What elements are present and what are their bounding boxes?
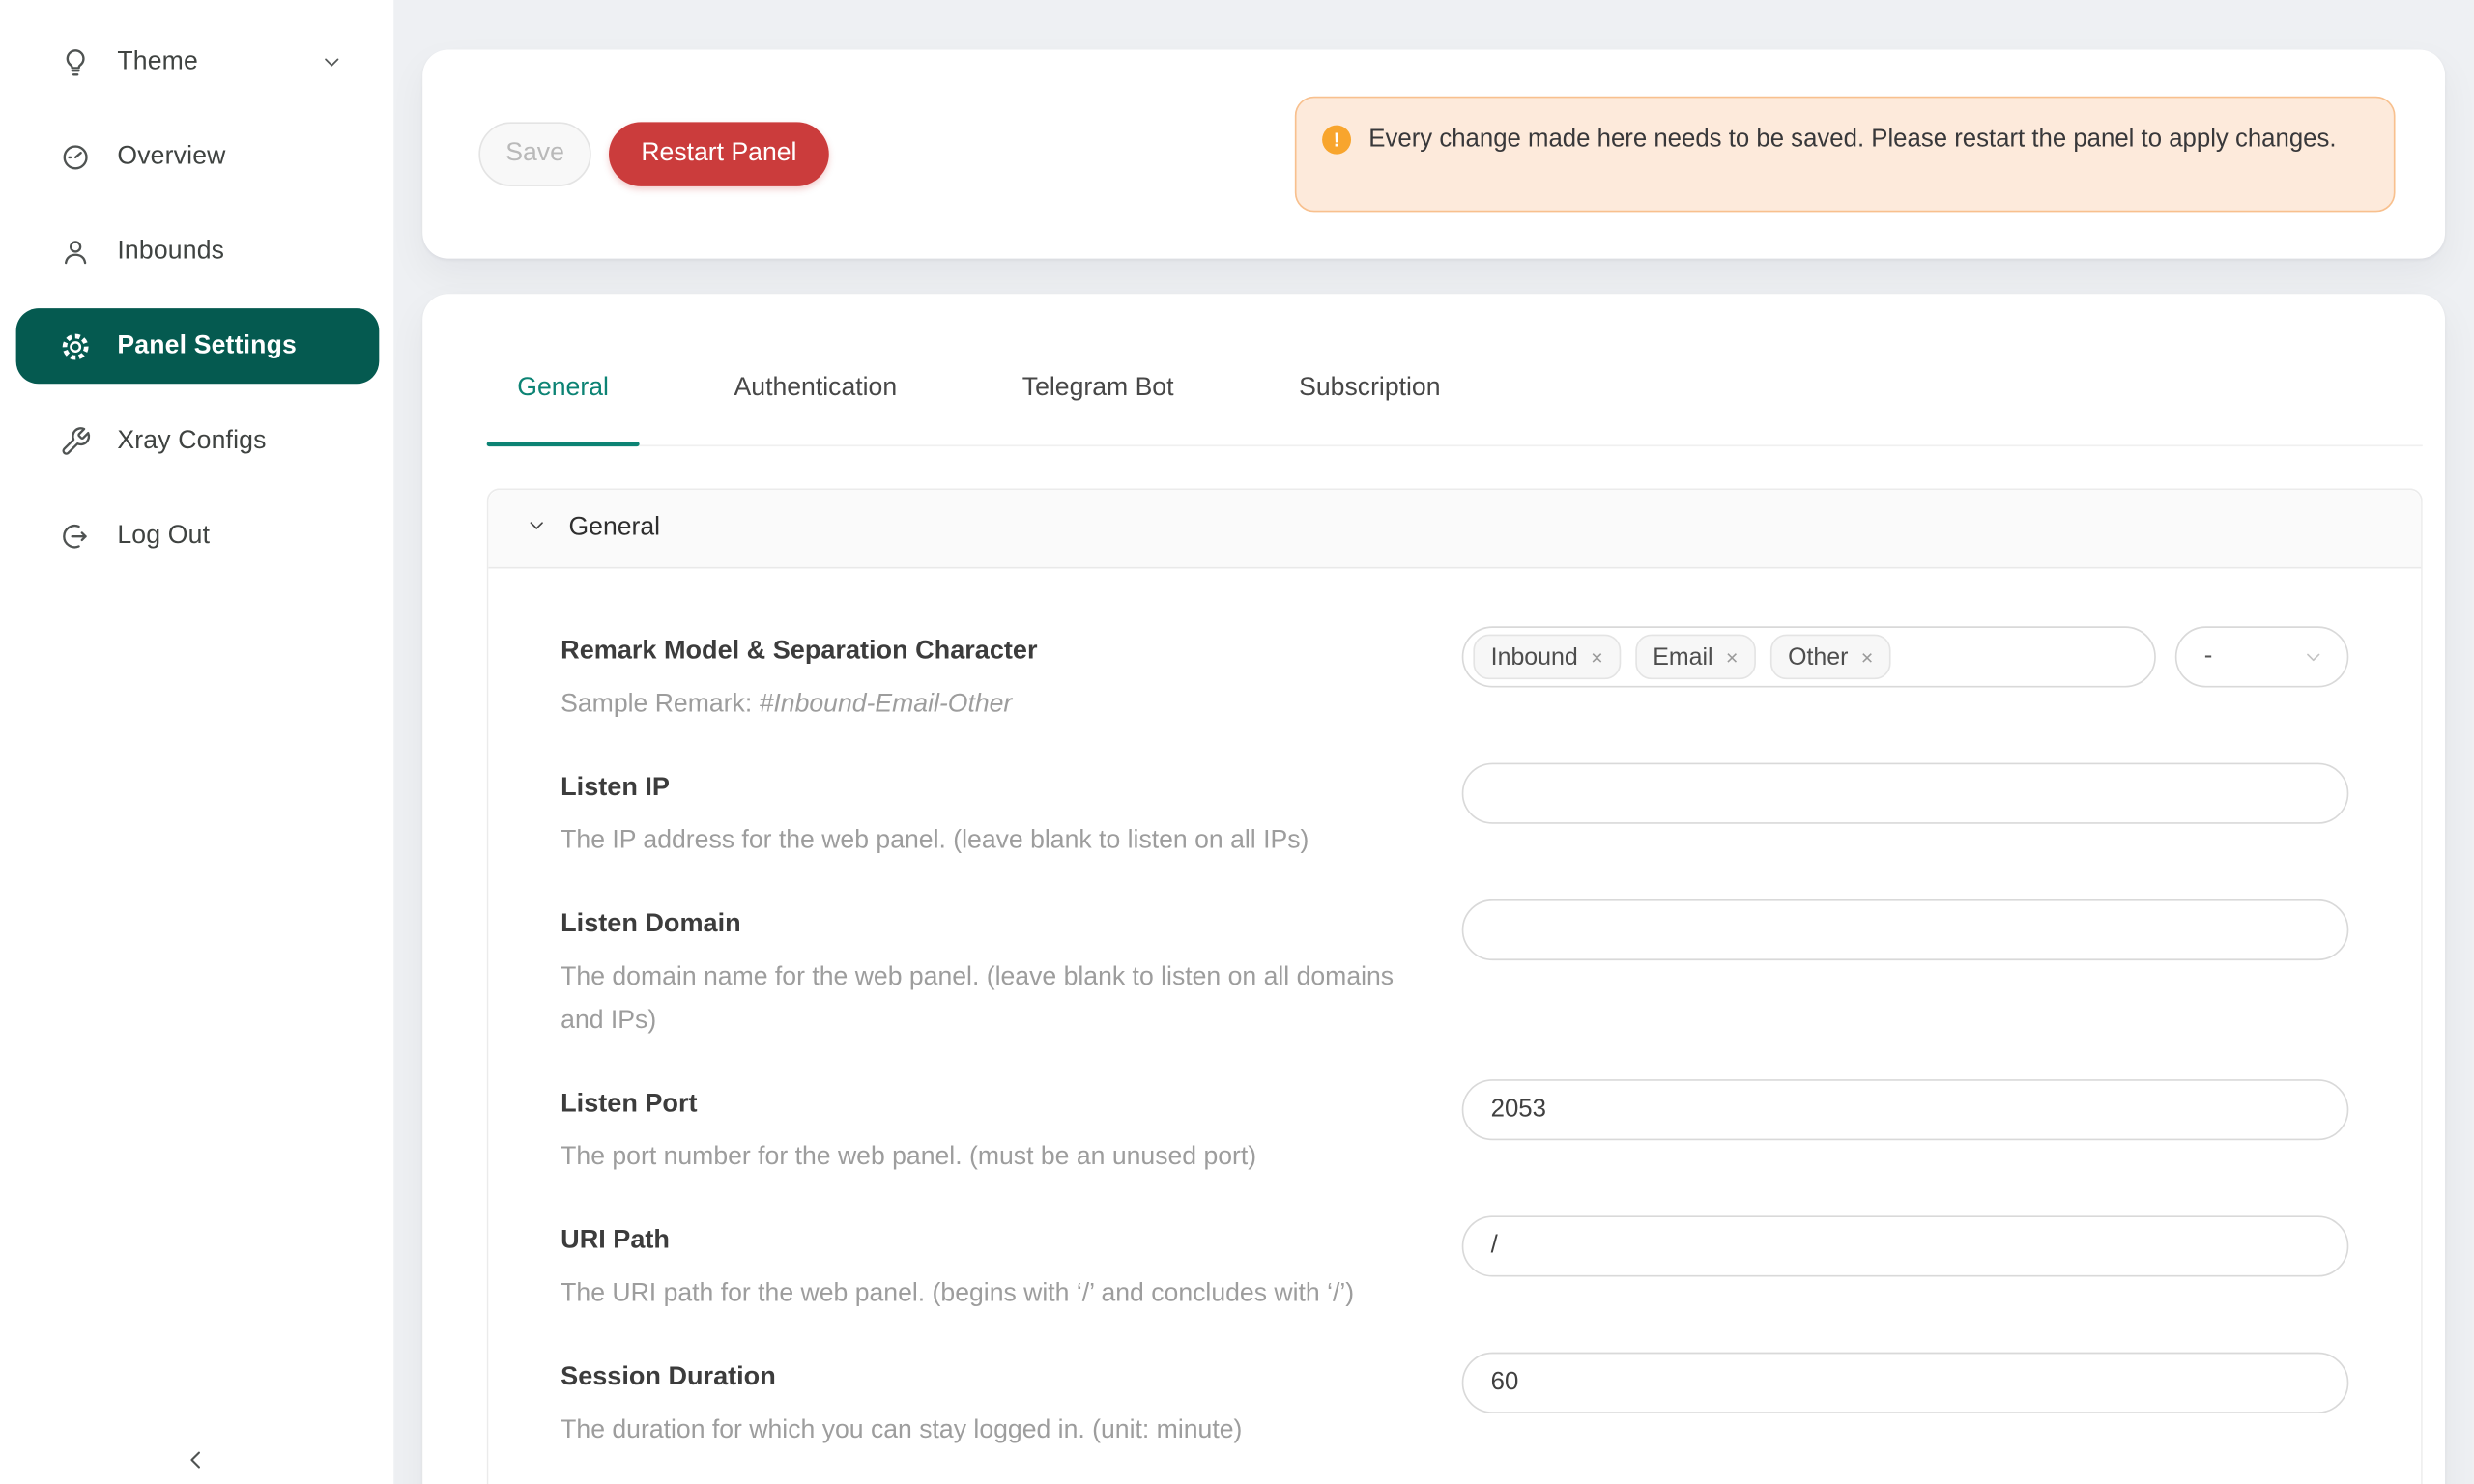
listen-port-input[interactable] [1462, 1079, 2349, 1140]
form-row-session-duration: Session Duration The duration for which y… [561, 1353, 2348, 1452]
save-button[interactable]: Save [478, 122, 590, 186]
listen-ip-input[interactable] [1462, 763, 2349, 824]
selected-separator: - [2204, 642, 2213, 671]
field-text: Remark Model & Separation Character Sampl… [561, 626, 1428, 726]
tab-general[interactable]: General [487, 361, 640, 444]
session-duration-input[interactable] [1462, 1353, 2349, 1413]
tag-remove-icon[interactable]: × [1726, 646, 1739, 668]
app-root: Theme Overview Inbounds Panel Settings Xray … [0, 0, 2474, 1484]
chevron-left-icon [182, 1444, 211, 1481]
field-text: Listen Domain The domain name for the web… [561, 899, 1428, 1042]
field-label: Listen Domain [561, 902, 1428, 946]
separation-character-select[interactable]: - [2175, 626, 2349, 687]
field-description: Sample Remark: #Inbound-Email-Other [561, 682, 1428, 726]
restart-panel-button[interactable]: Restart Panel [609, 122, 829, 186]
sidebar-item-xray-configs[interactable]: Xray Configs [16, 403, 380, 478]
actions-card: Save Restart Panel ! Every change made h… [422, 50, 2445, 259]
sidebar-item-inbounds[interactable]: Inbounds [16, 214, 380, 289]
sidebar-item-label: Panel Settings [117, 331, 297, 360]
wrench-icon [60, 425, 92, 457]
form-row-listen-ip: Listen IP The IP address for the web pane… [561, 763, 2348, 863]
main-content: Save Restart Panel ! Every change made h… [393, 0, 2474, 1484]
general-collapse-header[interactable]: General [488, 490, 2421, 568]
tab-subscription[interactable]: Subscription [1269, 361, 1472, 444]
sidebar-item-label: Xray Configs [117, 426, 266, 455]
field-text: URI Path The URI path for the web panel. … [561, 1215, 1428, 1315]
field-text: Session Duration The duration for which y… [561, 1353, 1428, 1452]
field-label: URI Path [561, 1219, 1428, 1263]
panel-settings-card: General Authentication Telegram Bot Subscri… [422, 294, 2445, 1484]
tab-authentication[interactable]: Authentication [704, 361, 928, 444]
tag-remove-icon[interactable]: × [1591, 646, 1603, 668]
form-row-listen-domain: Listen Domain The domain name for the web… [561, 899, 2348, 1042]
tag-remove-icon[interactable]: × [1861, 646, 1874, 668]
sidebar-item-overview[interactable]: Overview [16, 119, 380, 194]
sidebar-item-label: Theme [117, 47, 198, 76]
sidebar-item-panel-settings[interactable]: Panel Settings [16, 308, 380, 384]
sidebar-item-log-out[interactable]: Log Out [16, 498, 380, 573]
field-description: The duration for which you can stay logg… [561, 1409, 1428, 1452]
gear-icon [60, 330, 92, 362]
field-label: Remark Model & Separation Character [561, 630, 1428, 673]
form-row-uri-path: URI Path The URI path for the web panel. … [561, 1215, 2348, 1315]
dashboard-icon [60, 140, 92, 172]
field-text: Listen IP The IP address for the web pane… [561, 763, 1428, 863]
alert-message: Every change made here needs to be saved… [1368, 119, 2336, 160]
tab-telegram-bot[interactable]: Telegram Bot [992, 361, 1204, 444]
user-icon [60, 236, 92, 268]
chevron-down-icon [526, 513, 548, 544]
tag-other: Other× [1770, 635, 1891, 680]
form-row-listen-port: Listen Port The port number for the web p… [561, 1079, 2348, 1179]
chevron-down-icon [2302, 645, 2324, 668]
section-title: General [568, 514, 660, 543]
restart-warning-alert: ! Every change made here needs to be sav… [1295, 97, 2396, 213]
listen-domain-input[interactable] [1462, 899, 2349, 960]
general-settings-form: Remark Model & Separation Character Sampl… [488, 568, 2421, 1484]
sidebar: Theme Overview Inbounds Panel Settings Xray … [0, 0, 393, 1484]
field-label: Listen Port [561, 1082, 1428, 1126]
field-text: Listen Port The port number for the web p… [561, 1079, 1428, 1179]
sidebar-item-label: Overview [117, 142, 225, 171]
field-description: The port number for the web panel. (must… [561, 1135, 1428, 1179]
sidebar-collapse-button[interactable] [174, 1441, 219, 1484]
tag-email: Email× [1635, 635, 1756, 680]
field-label: Session Duration [561, 1356, 1428, 1399]
remark-model-tags-input[interactable]: Inbound× Email× Other× [1462, 626, 2156, 687]
form-row-remark-model-separation-character: Remark Model & Separation Character Sampl… [561, 626, 2348, 726]
sidebar-nav: Theme Overview Inbounds Panel Settings Xray … [0, 24, 393, 574]
bulb-icon [60, 45, 92, 77]
field-description: The domain name for the web panel. (leav… [561, 956, 1428, 1042]
uri-path-input[interactable] [1462, 1215, 2349, 1276]
field-description: The IP address for the web panel. (leave… [561, 819, 1428, 863]
sidebar-item-theme[interactable]: Theme [16, 24, 380, 100]
general-collapse-panel: General Remark Model & Separation Charac… [487, 488, 2423, 1484]
chevron-down-icon [315, 45, 347, 77]
logout-icon [60, 520, 92, 552]
tag-inbound: Inbound× [1473, 635, 1621, 680]
sidebar-item-label: Inbounds [117, 237, 224, 266]
field-description: The URI path for the web panel. (begins … [561, 1272, 1428, 1316]
field-label: Listen IP [561, 766, 1428, 810]
warning-icon: ! [1322, 126, 1351, 155]
settings-tabs: General Authentication Telegram Bot Subscri… [487, 361, 2423, 446]
sidebar-item-label: Log Out [117, 521, 210, 550]
